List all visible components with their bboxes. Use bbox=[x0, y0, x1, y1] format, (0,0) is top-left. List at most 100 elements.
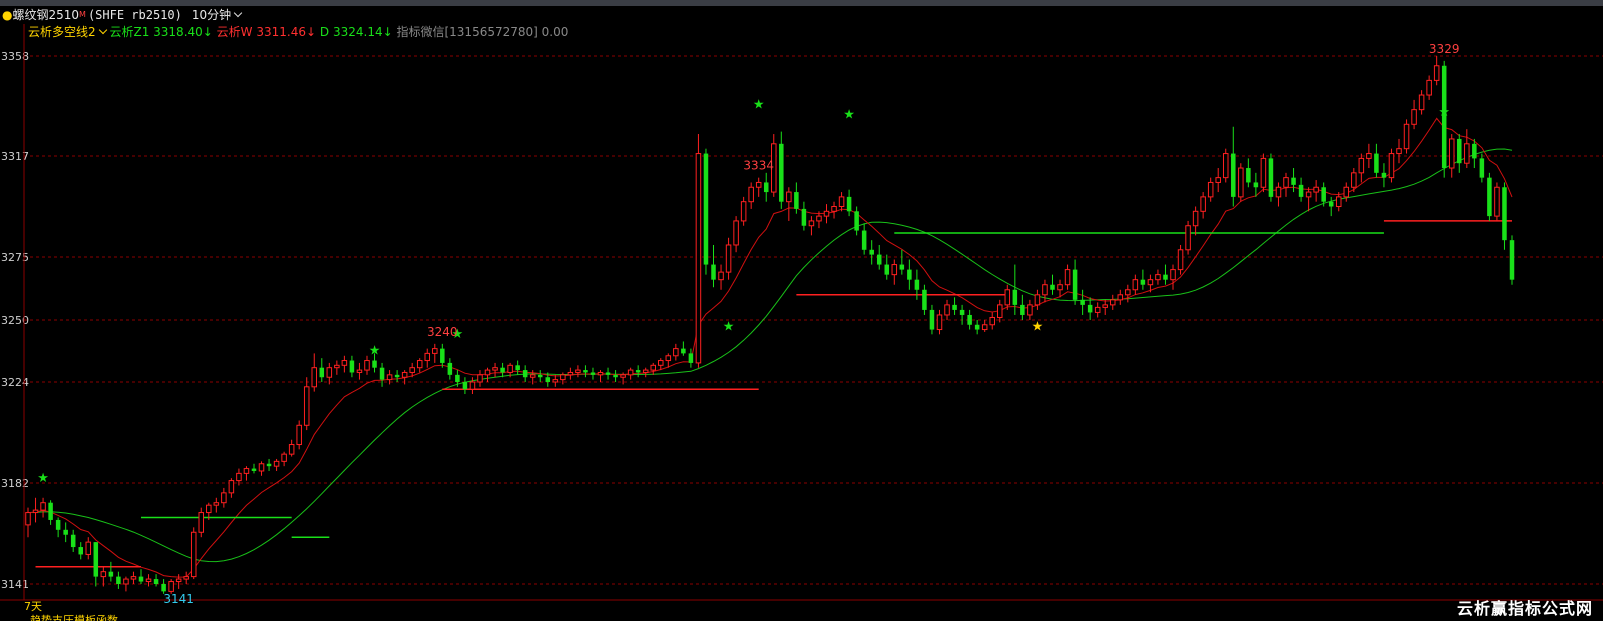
candle-body bbox=[725, 244, 732, 273]
extreme-price-label: 3329 bbox=[1429, 42, 1460, 56]
candle-body bbox=[1403, 123, 1410, 150]
candle-body bbox=[1020, 304, 1025, 315]
candle-body bbox=[190, 531, 197, 578]
candle-body bbox=[673, 348, 679, 357]
candle-body bbox=[620, 374, 626, 378]
candle-body bbox=[1479, 158, 1485, 178]
candle-body bbox=[779, 143, 784, 202]
candle-body bbox=[763, 182, 769, 193]
candle-body bbox=[981, 324, 988, 331]
candle-body bbox=[899, 264, 905, 270]
candle-body bbox=[1328, 201, 1334, 207]
candle-body bbox=[1313, 186, 1319, 193]
candle-body bbox=[1275, 186, 1282, 198]
candle-body bbox=[372, 360, 377, 368]
candle-body bbox=[1374, 153, 1379, 173]
candle-body bbox=[1117, 294, 1124, 301]
candle-body bbox=[1358, 157, 1365, 174]
candle-body bbox=[861, 230, 867, 250]
candle-body bbox=[1102, 304, 1108, 308]
candle-body bbox=[740, 201, 747, 222]
candle-body bbox=[243, 468, 250, 474]
candle-body bbox=[944, 304, 950, 316]
candle-body bbox=[545, 377, 551, 382]
candle-body bbox=[1253, 182, 1259, 188]
candle-body bbox=[1109, 299, 1116, 306]
signal-star-icon: ★ bbox=[37, 471, 49, 486]
candle-body bbox=[161, 584, 166, 592]
candle-body bbox=[1381, 172, 1387, 178]
candle-body bbox=[484, 369, 491, 376]
candle-body bbox=[303, 386, 310, 426]
candle-body bbox=[334, 364, 340, 369]
candle-body bbox=[477, 374, 483, 383]
candle-body bbox=[838, 196, 845, 207]
candle-body bbox=[936, 314, 943, 331]
candle-body bbox=[665, 355, 672, 362]
candle-body bbox=[1268, 158, 1274, 197]
candle-body bbox=[567, 371, 574, 376]
candle-body bbox=[63, 529, 68, 535]
candle-body bbox=[424, 352, 431, 362]
candle-body bbox=[319, 367, 325, 378]
candle-body bbox=[1215, 177, 1221, 183]
candle-body bbox=[794, 192, 799, 209]
candle-body bbox=[642, 369, 649, 373]
candle-body bbox=[55, 519, 61, 530]
candle-body bbox=[123, 578, 129, 585]
candle-body bbox=[876, 254, 882, 265]
candle-body bbox=[168, 581, 174, 592]
candle-body bbox=[801, 208, 807, 226]
candle-body bbox=[48, 502, 53, 520]
candle-body bbox=[952, 304, 957, 310]
watermark: 云析赢指标公式网 bbox=[1456, 599, 1593, 618]
fast-ma-line bbox=[27, 117, 1513, 578]
candle-body bbox=[281, 453, 287, 462]
candle-body bbox=[989, 316, 995, 326]
candle-body bbox=[1057, 284, 1063, 291]
candle-body bbox=[1185, 225, 1191, 251]
candle-body bbox=[138, 576, 144, 582]
candle-body bbox=[296, 424, 302, 446]
candle-body bbox=[108, 571, 114, 577]
candle-body bbox=[1464, 143, 1470, 164]
candlestick-chart[interactable]: 3358331732753250322431823141★★★★★★★★★314… bbox=[0, 0, 1603, 621]
candle-body bbox=[1080, 299, 1085, 305]
candle-body bbox=[695, 153, 702, 364]
candle-body bbox=[1335, 196, 1342, 207]
candle-body bbox=[613, 374, 618, 378]
candle-body bbox=[515, 365, 520, 371]
candle-body bbox=[635, 370, 641, 373]
candle-body bbox=[681, 348, 686, 354]
extreme-price-label: 3240 bbox=[427, 325, 458, 339]
candle-body bbox=[823, 210, 830, 217]
candle-body bbox=[1388, 153, 1395, 179]
candle-body bbox=[1238, 167, 1244, 198]
candle-body bbox=[1298, 184, 1304, 197]
extreme-price-label: 3334 bbox=[743, 159, 774, 173]
candle-body bbox=[32, 509, 39, 514]
candle-body bbox=[1411, 109, 1417, 125]
candle-body bbox=[85, 541, 92, 555]
candle-body bbox=[786, 191, 792, 203]
candle-body bbox=[1231, 153, 1236, 197]
candle-body bbox=[93, 542, 99, 577]
candle-body bbox=[409, 367, 415, 373]
candle-body bbox=[326, 367, 333, 378]
candle-body bbox=[273, 460, 280, 467]
extreme-price-label: 3141 bbox=[163, 592, 194, 606]
candle-body bbox=[597, 371, 604, 376]
candle-body bbox=[1207, 181, 1214, 198]
y-tick-label: 3275 bbox=[1, 251, 29, 264]
candle-body bbox=[658, 360, 664, 366]
candle-body bbox=[455, 374, 460, 382]
candle-body bbox=[1366, 153, 1372, 159]
signal-star-icon: ★ bbox=[1032, 320, 1044, 335]
subchart-label: 趋势支压模板函数 bbox=[30, 614, 118, 621]
signal-star-icon: ★ bbox=[723, 320, 735, 335]
candle-body bbox=[711, 264, 716, 280]
candle-body bbox=[386, 374, 393, 381]
candle-body bbox=[854, 211, 859, 231]
signal-star-icon: ★ bbox=[369, 344, 381, 359]
y-tick-label: 3358 bbox=[1, 50, 29, 63]
